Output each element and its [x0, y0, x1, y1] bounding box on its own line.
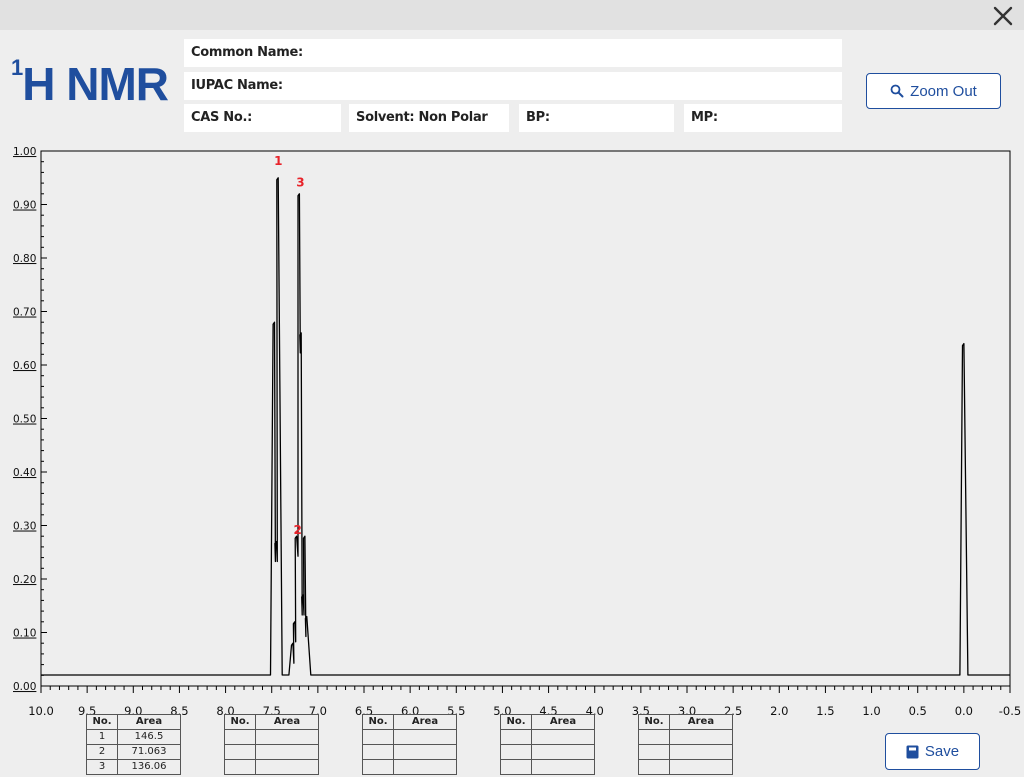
peak-area-table: No. Area: [638, 714, 733, 775]
peak-label: 1: [274, 154, 282, 168]
plot-frame: [40, 150, 1011, 687]
column-header-no: No.: [500, 714, 532, 730]
table-row: [362, 759, 457, 775]
peak-number-cell: [224, 759, 256, 775]
column-header-no: No.: [362, 714, 394, 730]
column-header-no: No.: [224, 714, 256, 730]
peak-number-cell: [500, 729, 532, 745]
peak-area-cell: 71.063: [117, 744, 181, 760]
nmr-spectrum-chart: 10.0 9.5 9.0 8.5 8.0 7.5 7.0 6.5 6.0 5.5 5.0 4.5 4.0…: [13, 146, 1021, 718]
peak-label: 2: [293, 523, 301, 537]
peak-number-cell: [224, 729, 256, 745]
table-row: [500, 759, 595, 775]
peak-number-cell: [500, 744, 532, 760]
peak-number-cell: [638, 759, 670, 775]
peak-area-cell: 146.5: [117, 729, 181, 745]
peak-area-table: No. Area: [362, 714, 457, 775]
table-header-row: No. Area: [638, 714, 733, 730]
peak-area-table: No. Area: [500, 714, 595, 775]
table-row: 3 136.06: [86, 759, 181, 775]
column-header-no: No.: [86, 714, 118, 730]
y-tick-label: 0.50: [13, 414, 36, 426]
peak-number-cell: [362, 729, 394, 745]
table-header-row: No. Area: [500, 714, 595, 730]
table-header-row: No. Area: [224, 714, 319, 730]
x-tick-label: 2.0: [770, 704, 788, 718]
peak-area-cell: [669, 744, 733, 760]
column-header-area: Area: [255, 714, 319, 730]
peak-number-cell: [224, 744, 256, 760]
y-tick-label: 0.90: [13, 200, 36, 212]
y-tick-label: 0.20: [13, 574, 36, 586]
x-tick-label: 1.0: [862, 704, 880, 718]
x-tick-label: 0.5: [909, 704, 927, 718]
column-header-area: Area: [393, 714, 457, 730]
y-tick-label: 0.80: [13, 253, 36, 265]
table-row: [638, 759, 733, 775]
y-tick-label: 0.30: [13, 521, 36, 533]
table-row: [638, 729, 733, 745]
table-row: [224, 744, 319, 760]
table-row: [224, 759, 319, 775]
table-row: [638, 744, 733, 760]
y-tick-label: 0.00: [13, 681, 36, 693]
peak-area-cell: [255, 744, 319, 760]
peak-number-cell: [638, 744, 670, 760]
table-header-row: No. Area: [362, 714, 457, 730]
peak-label: 3: [296, 175, 304, 189]
peak-number-cell: [362, 759, 394, 775]
peak-number-cell: [638, 729, 670, 745]
peak-area-cell: [255, 729, 319, 745]
x-tick-label: 0.0: [955, 704, 973, 718]
table-header-row: No. Area: [86, 714, 181, 730]
peak-area-cell: [531, 744, 595, 760]
peak-area-cell: [531, 729, 595, 745]
x-tick-label: -0.5: [999, 704, 1021, 718]
column-header-area: Area: [669, 714, 733, 730]
peak-area-cell: [393, 729, 457, 745]
table-row: 1 146.5: [86, 729, 181, 745]
peak-area-cell: [255, 759, 319, 775]
peak-number-cell: 3: [86, 759, 118, 775]
peak-number-cell: 1: [86, 729, 118, 745]
column-header-area: Area: [117, 714, 181, 730]
peak-area-cell: 136.06: [117, 759, 181, 775]
peak-area-table: No. Area: [224, 714, 319, 775]
peak-number-cell: [500, 759, 532, 775]
y-tick-label: 1.00: [13, 146, 36, 158]
peak-area-cell: [393, 759, 457, 775]
y-tick-label: 0.70: [13, 307, 36, 319]
table-row: [500, 744, 595, 760]
y-tick-label: 0.40: [13, 467, 36, 479]
table-row: [500, 729, 595, 745]
peak-area-table: No. Area 1 146.5 2 71.063 3 136.06: [86, 714, 181, 775]
peak-area-cell: [669, 759, 733, 775]
x-tick-label: 10.0: [28, 704, 54, 718]
peak-number-cell: [362, 744, 394, 760]
table-row: [362, 729, 457, 745]
y-tick-label: 0.60: [13, 360, 36, 372]
peak-area-cell: [393, 744, 457, 760]
peak-number-cell: 2: [86, 744, 118, 760]
table-row: 2 71.063: [86, 744, 181, 760]
y-tick-label: 0.10: [13, 628, 36, 640]
peak-area-cell: [669, 729, 733, 745]
peak-area-cell: [531, 759, 595, 775]
column-header-no: No.: [638, 714, 670, 730]
column-header-area: Area: [531, 714, 595, 730]
table-row: [362, 744, 457, 760]
x-tick-label: 1.5: [816, 704, 834, 718]
table-row: [224, 729, 319, 745]
